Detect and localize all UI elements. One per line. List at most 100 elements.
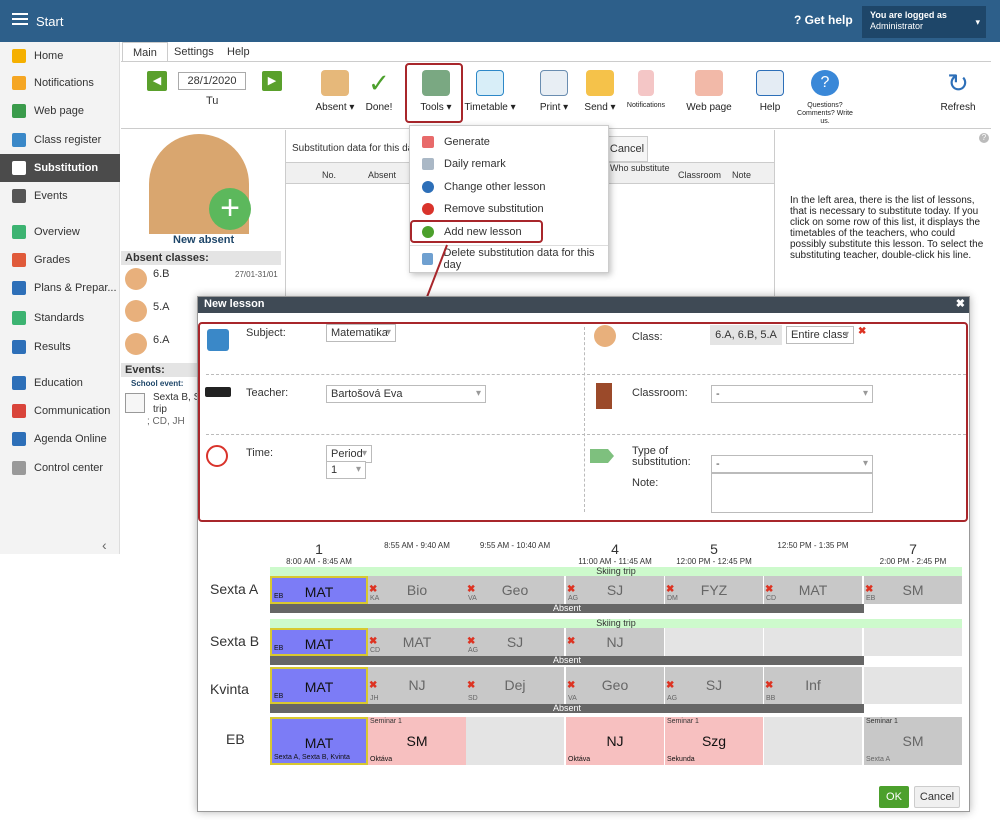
sidebar-item-substitution[interactable]: Substitution [0,154,120,182]
remove-lesson-icon[interactable]: ✖ [666,667,674,704]
collapse-sidebar-icon[interactable]: ‹ [102,537,107,553]
remove-lesson-icon[interactable]: ✖ [467,628,475,656]
timetable-cell[interactable]: MAT EB [270,628,368,656]
remove-lesson-icon[interactable]: ✖ [567,628,575,656]
menu-item-change-other-lesson[interactable]: Change other lesson [410,176,608,198]
print-button[interactable]: Print ▾ [534,70,574,113]
menu-item-remove-substitution[interactable]: Remove substitution [410,198,608,220]
timetable-button[interactable]: Timetable ▾ [462,70,518,113]
new-absent-link[interactable]: New absent [173,234,234,246]
webpage-button[interactable]: Web page [684,70,734,113]
remove-lesson-icon[interactable]: ✖ [865,576,873,604]
class-value[interactable]: 6.A, 6.B, 5.A [710,325,782,345]
remove-lesson-icon[interactable]: ✖ [467,667,475,704]
sidebar-item-grades[interactable]: Grades [0,246,120,274]
timetable-cell[interactable]: MAT Sexta A, Sexta B, Kvinta [270,717,368,765]
class-name[interactable]: 6.B [153,268,170,280]
period-select[interactable]: 1 [326,461,366,479]
sidebar-item-notifications[interactable]: Notifications [0,69,120,97]
remove-lesson-icon[interactable]: ✖ [467,576,475,604]
sidebar-item-agenda-online[interactable]: Agenda Online [0,425,120,453]
timetable-cell[interactable]: MAT CD ✖ [368,628,466,656]
note-textarea[interactable] [711,473,873,513]
done-button[interactable]: ✓ Done! [362,70,396,113]
ok-button[interactable]: OK [879,786,909,808]
get-help-link[interactable]: ? Get help [794,13,853,27]
plus-icon[interactable]: + [209,188,251,230]
timetable-cell[interactable]: SJ AG ✖ [566,576,664,604]
sidebar-item-control-center[interactable]: Control center [0,454,120,482]
timetable-cell[interactable]: SM EB ✖ [864,576,962,604]
tab-help[interactable]: Help [217,42,260,62]
sidebar-item-class-register[interactable]: Class register [0,126,120,154]
remove-lesson-icon[interactable]: ✖ [567,576,575,604]
cancel-button[interactable]: Cancel [606,136,648,162]
group-select[interactable]: Entire class [786,326,854,344]
timetable-cell[interactable]: SJ AG ✖ [665,667,763,704]
sidebar-item-education[interactable]: Education [0,369,120,397]
send-button[interactable]: Send ▾ [580,70,620,113]
feedback-button[interactable]: ? Questions? Comments? Write us. [794,70,856,126]
menu-item-generate[interactable]: Generate [410,131,608,153]
remove-lesson-icon[interactable]: ✖ [369,576,377,604]
timetable-cell[interactable]: MAT CD ✖ [764,576,862,604]
timetable-cell[interactable]: NJ ✖ [566,628,664,656]
sidebar-item-communication[interactable]: Communication [0,397,120,425]
timetable-cell[interactable]: MAT EB [270,576,368,604]
sidebar-item-results[interactable]: Results [0,333,120,361]
app-title[interactable]: Start [36,14,63,29]
timetable-cell[interactable]: Dej SD ✖ [466,667,564,704]
menu-icon[interactable] [12,13,28,25]
close-icon[interactable]: ✖ [956,297,965,310]
timetable-cell[interactable] [764,628,862,656]
prev-day-button[interactable]: ◀ [147,71,167,91]
remove-lesson-icon[interactable]: ✖ [369,628,377,656]
sidebar-item-web-page[interactable]: Web page [0,97,120,125]
classroom-select[interactable]: - [711,385,873,403]
remove-class-icon[interactable]: ✖ [858,326,866,337]
timetable-cell[interactable] [466,717,564,765]
user-menu[interactable]: You are logged as Administrator ▾ [862,6,986,38]
timetable-cell[interactable] [764,717,862,765]
sidebar-item-overview[interactable]: Overview [0,218,120,246]
date-input[interactable]: 28/1/2020 [178,72,246,90]
tab-main[interactable]: Main [122,42,168,62]
class-name[interactable]: 5.A [153,301,170,313]
tab-settings[interactable]: Settings [164,42,224,62]
timetable-cell[interactable]: SJ AG ✖ [466,628,564,656]
timetable-cell[interactable]: MAT EB [270,667,368,704]
sidebar-item-events[interactable]: Events [0,182,120,210]
remove-lesson-icon[interactable]: ✖ [666,576,674,604]
sidebar-item-plans-prepar[interactable]: Plans & Prepar... [0,274,120,302]
timetable-cell[interactable]: Bio KA ✖ [368,576,466,604]
sidebar-item-home[interactable]: Home [0,42,120,70]
timetable-cell[interactable] [864,628,962,656]
timetable-cell[interactable]: NJ Oktáva [566,717,664,765]
class-name[interactable]: 6.A [153,334,170,346]
timetable-cell[interactable]: Geo VA ✖ [566,667,664,704]
timetable-cell[interactable]: NJ JH ✖ [368,667,466,704]
type-select[interactable]: - [711,455,873,473]
timetable-cell[interactable]: FYZ DM ✖ [665,576,763,604]
subject-select[interactable]: Matematika [326,324,396,342]
event-text[interactable]: Sexta B, S [153,392,200,403]
remove-lesson-icon[interactable]: ✖ [765,667,773,704]
timetable-cell[interactable]: Szg Sekunda Seminar 1 [665,717,763,765]
timetable-cell[interactable]: Geo VA ✖ [466,576,564,604]
next-day-button[interactable]: ▶ [262,71,282,91]
menu-item-daily-remark[interactable]: Daily remark [410,153,608,175]
timetable-cell[interactable]: Inf BB ✖ [764,667,862,704]
remove-lesson-icon[interactable]: ✖ [567,667,575,704]
timetable-cell[interactable] [665,628,763,656]
timetable-cell[interactable]: SM Oktáva Seminar 1 [368,717,466,765]
refresh-button[interactable]: ↻ Refresh [938,70,978,113]
remove-lesson-icon[interactable]: ✖ [369,667,377,704]
teacher-select[interactable]: Bartošová Eva [326,385,486,403]
info-icon[interactable]: ? [979,133,989,143]
remove-lesson-icon[interactable]: ✖ [765,576,773,604]
sidebar-item-standards[interactable]: Standards [0,304,120,332]
timetable-cell[interactable]: SM Sexta A Seminar 1 [864,717,962,765]
help-button[interactable]: Help [755,70,785,113]
notifications-button[interactable]: Notifications [622,70,670,109]
cancel-dialog-button[interactable]: Cancel [914,786,960,808]
